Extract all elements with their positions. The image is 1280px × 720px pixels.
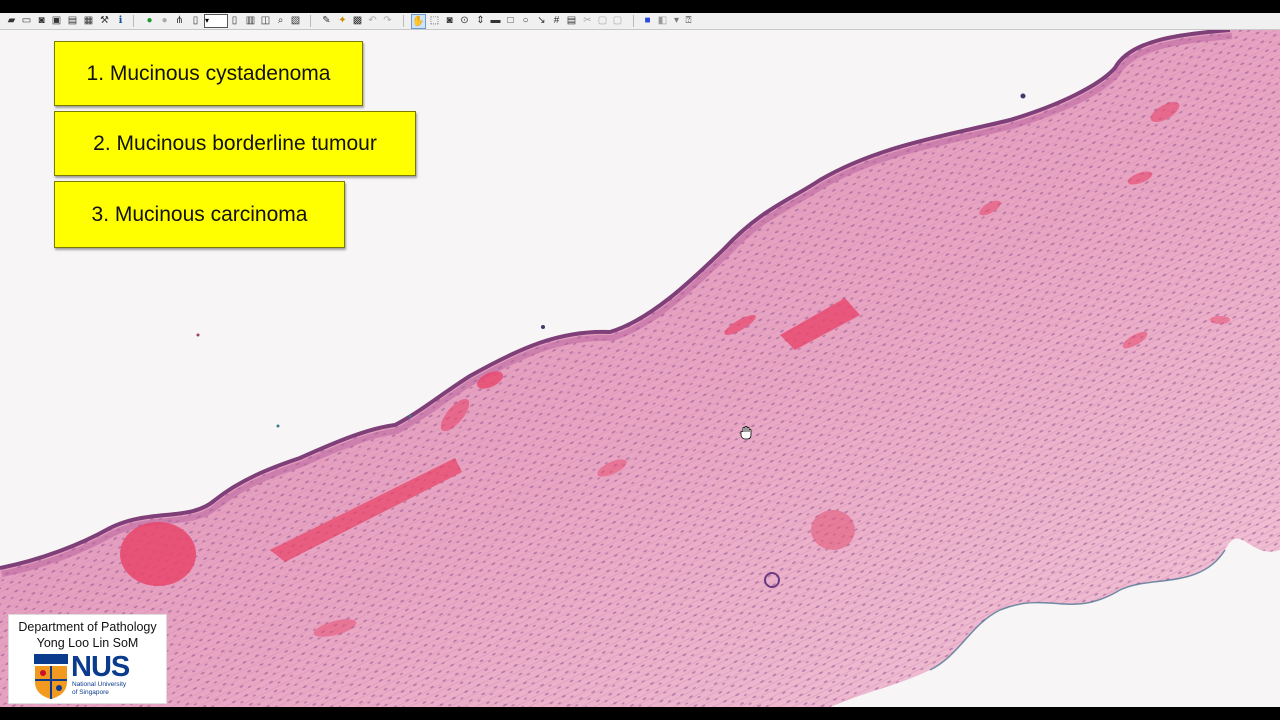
open-folder-icon[interactable]: ▭ (20, 14, 33, 27)
school-name: Yong Loo Lin SoM (36, 636, 139, 650)
disabled-icon-1[interactable]: ✂ (581, 14, 594, 27)
pin-icon[interactable]: ⊙ (458, 14, 471, 27)
choice-box-1: 1. Mucinous cystadenoma (54, 41, 363, 106)
layout-icon[interactable]: ▯ (189, 14, 202, 27)
viewer-toolbar: ▰ ▭ ◙ ▣ ▤ ▦ ⚒ ℹ ● ● ⋔ ▯ ▾ ▯ ▥ ◫ ⌕ ▧ ✎ ✦ … (0, 13, 1280, 30)
choice-label-1: 1. Mucinous cystadenoma (86, 61, 331, 85)
nus-subtitle-line2: of Singapore (72, 689, 109, 696)
choice-label-2: 2. Mucinous borderline tumour (93, 131, 377, 155)
toolbar-separator (403, 15, 404, 27)
toolbar-separator (133, 15, 134, 27)
copy-icon[interactable]: ▥ (244, 14, 257, 27)
info-icon[interactable]: ℹ (114, 14, 127, 27)
choice-box-3: 3. Mucinous carcinoma (54, 181, 345, 248)
network-icon[interactable]: ⋔ (173, 14, 186, 27)
capture-icon[interactable]: ▣ (50, 14, 63, 27)
redo-icon[interactable]: ↷ (381, 14, 394, 27)
choice-box-2: 2. Mucinous borderline tumour (54, 111, 416, 176)
camera-tool-icon[interactable]: ◙ (443, 14, 456, 27)
nus-crest-icon (34, 654, 68, 699)
vessel (811, 510, 855, 550)
print-icon[interactable]: ▤ (66, 14, 79, 27)
export-icon[interactable]: ▦ (82, 14, 95, 27)
vessel (120, 522, 196, 586)
highlight-icon[interactable]: ✦ (336, 14, 349, 27)
label-icon[interactable]: ▤ (565, 14, 578, 27)
slide-viewer-app: ▰ ▭ ◙ ▣ ▤ ▦ ⚒ ℹ ● ● ⋔ ▯ ▾ ▯ ▥ ◫ ⌕ ▧ ✎ ✦ … (0, 0, 1280, 720)
fit-icon[interactable]: ◫ (259, 14, 272, 27)
stop-icon[interactable]: ● (158, 14, 171, 27)
page-icon[interactable]: ▯ (228, 14, 241, 27)
settings-icon[interactable]: ⚒ (98, 14, 111, 27)
open-icon[interactable]: ▰ (5, 14, 18, 27)
department-name: Department of Pathology (18, 620, 157, 634)
ruler-icon[interactable]: ▬ (489, 14, 502, 27)
zoom-combo[interactable]: ▾ (204, 14, 228, 28)
choice-label-3: 3. Mucinous carcinoma (91, 202, 308, 226)
slide-viewport[interactable]: 1. Mucinous cystadenoma 2. Mucinous bord… (0, 30, 1280, 707)
image-icon[interactable]: ▧ (289, 14, 302, 27)
nus-wordmark: NUS (71, 651, 130, 683)
nus-subtitle-line1: National University (72, 681, 127, 688)
rectangle-icon[interactable]: □ (504, 14, 517, 27)
camera-icon[interactable]: ◙ (35, 14, 48, 27)
color-icon[interactable]: ■ (641, 14, 654, 27)
help-icon[interactable]: ⍰ (682, 14, 695, 27)
ellipse-icon[interactable]: ○ (519, 14, 532, 27)
filter-icon[interactable]: ◧ (656, 14, 669, 27)
select-tool-icon[interactable]: ⬚ (428, 14, 441, 27)
department-logo-card: Department of Pathology Yong Loo Lin SoM… (8, 614, 167, 704)
measure-icon[interactable]: ⇕ (474, 14, 487, 27)
undo-icon[interactable]: ↶ (366, 14, 379, 27)
grid-icon[interactable]: # (550, 14, 563, 27)
hand-cursor-icon (740, 426, 752, 440)
annotate-icon[interactable]: ✎ (320, 14, 333, 27)
hand-tool-icon[interactable]: ✋ (411, 14, 426, 29)
go-icon[interactable]: ● (143, 14, 156, 27)
disabled-icon-2[interactable]: ▢ (596, 14, 609, 27)
toolbar-separator (633, 15, 634, 27)
layers-icon[interactable]: ▩ (351, 14, 364, 27)
arrow-icon[interactable]: ↘ (535, 14, 548, 27)
magnify-icon[interactable]: ⌕ (274, 14, 287, 27)
disabled-icon-3[interactable]: ▢ (611, 14, 624, 27)
toolbar-separator (310, 15, 311, 27)
